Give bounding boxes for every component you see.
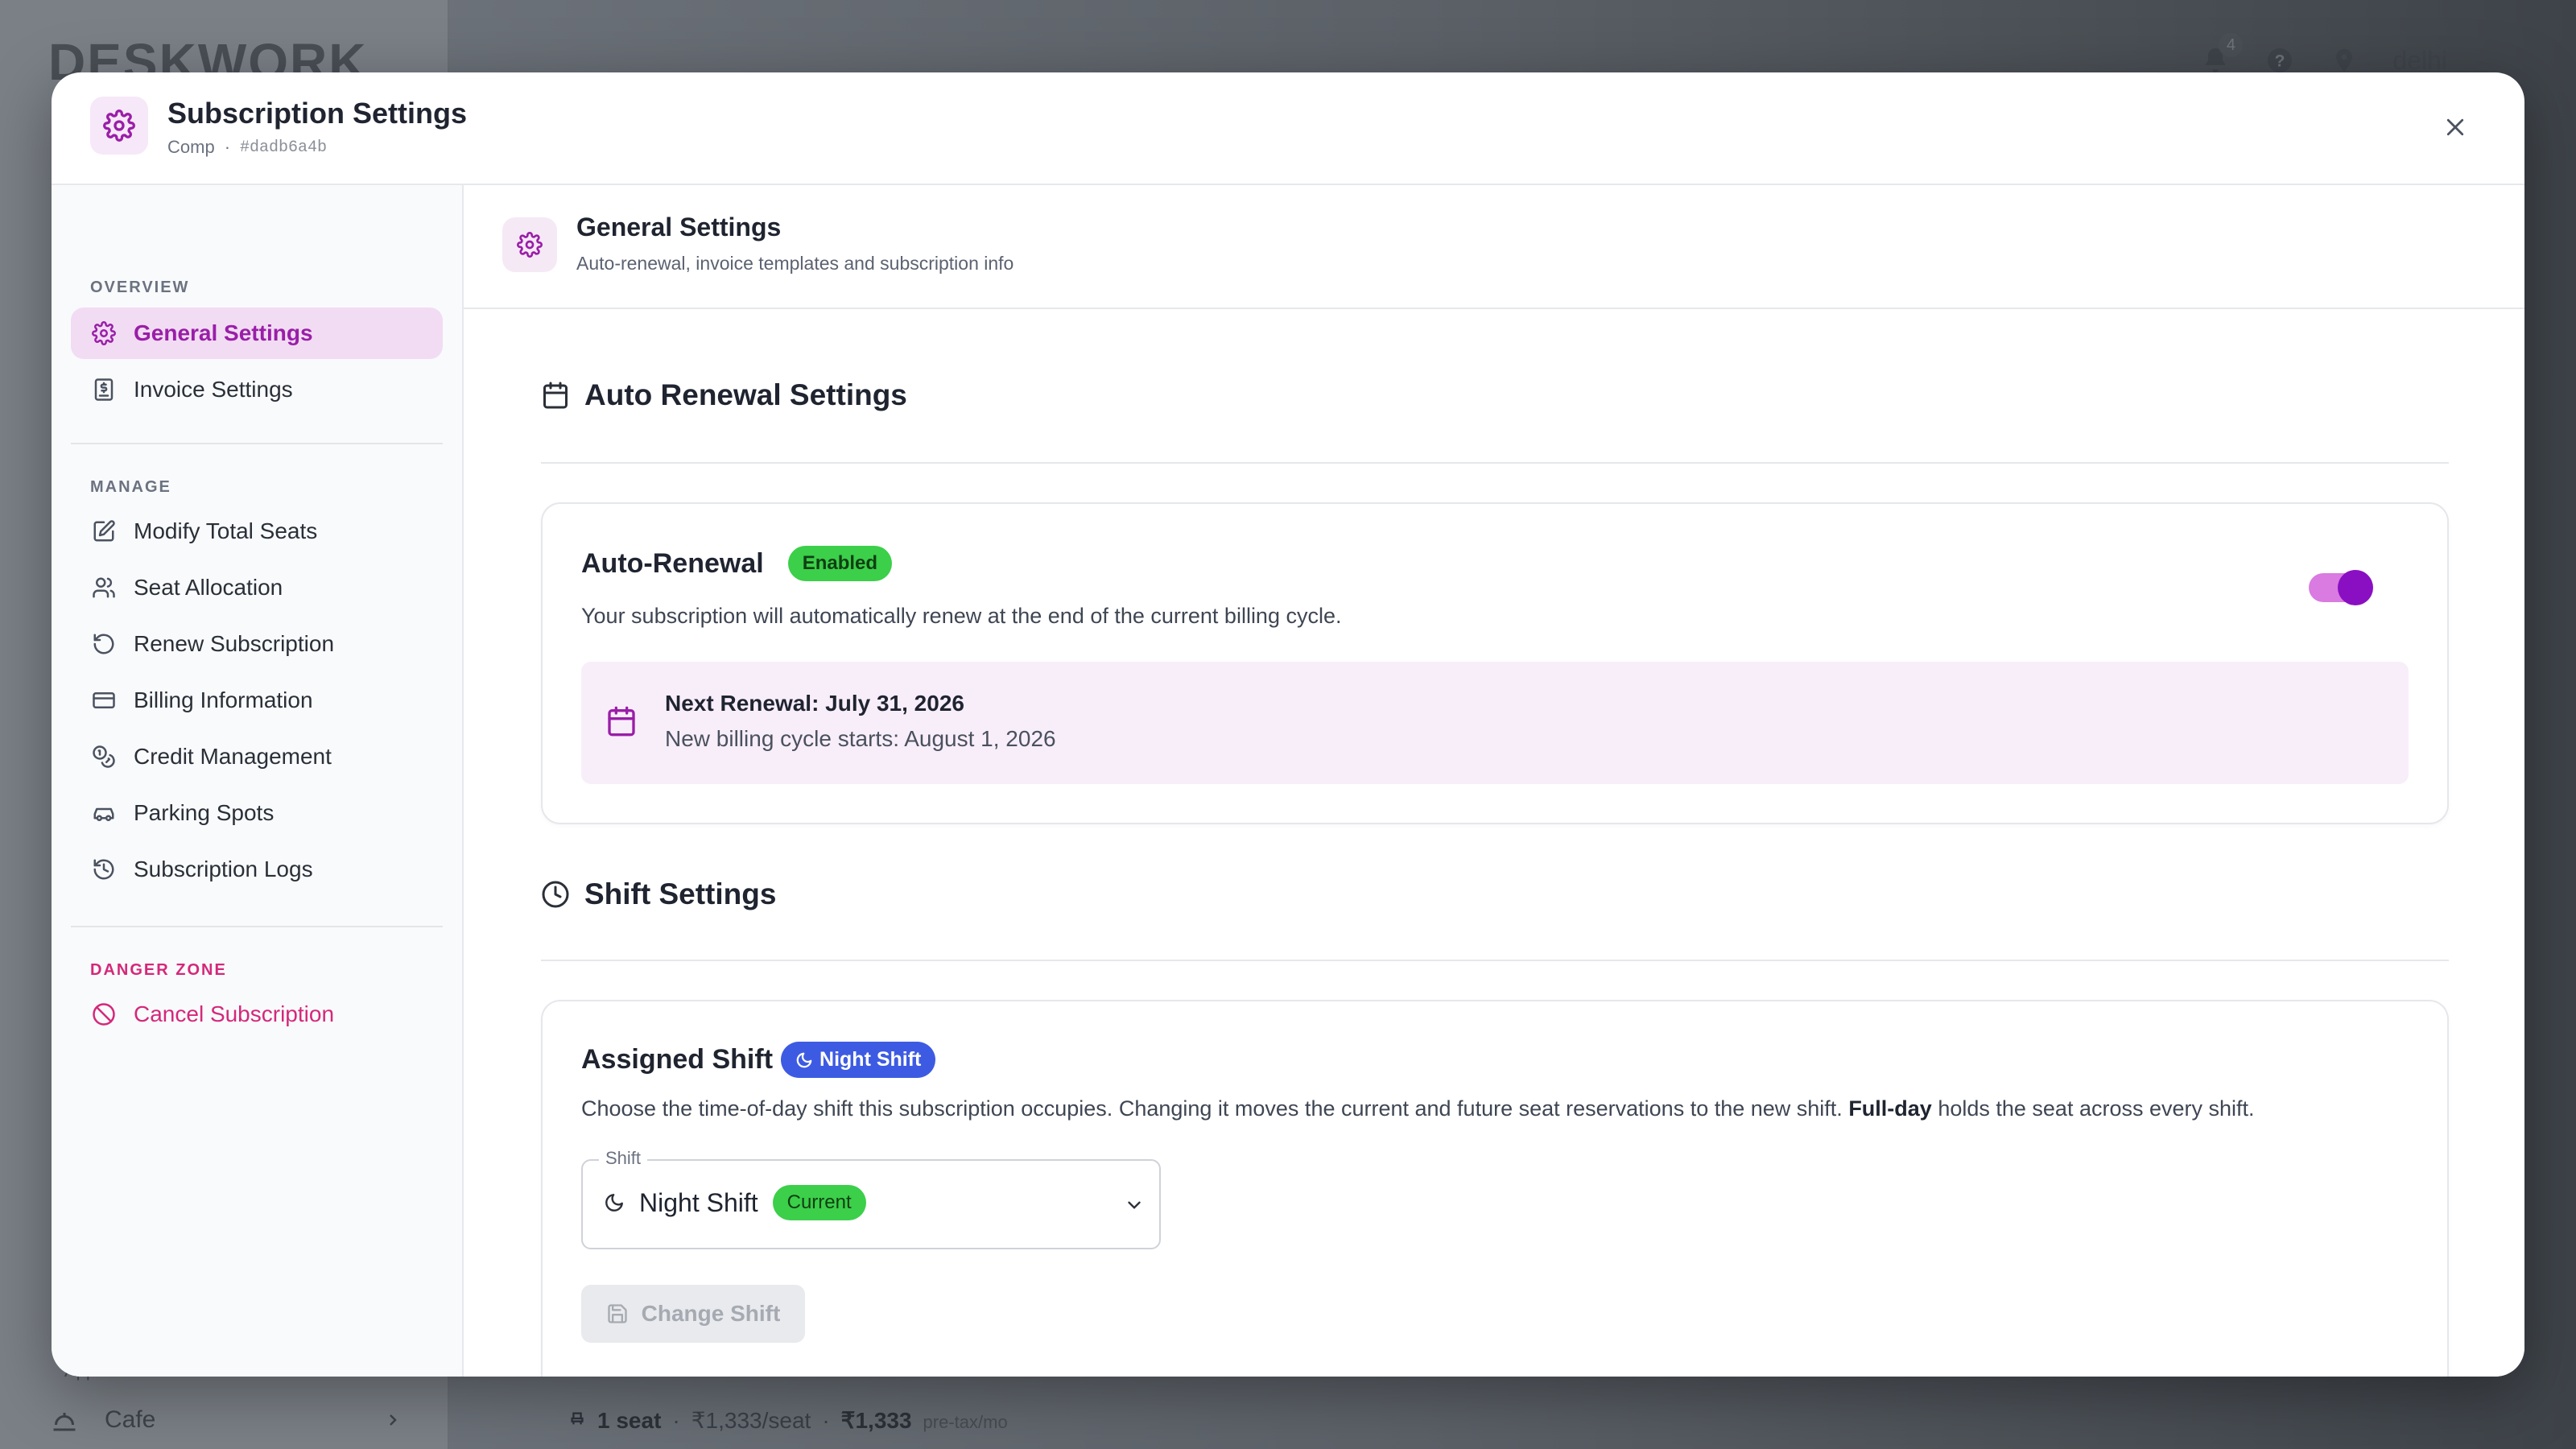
invoice-icon [94, 378, 114, 401]
save-icon [607, 1304, 627, 1323]
sidebar-item-billing-information[interactable]: Billing Information [71, 675, 443, 726]
sidebar-item-general-settings[interactable]: General Settings [71, 308, 443, 359]
car-icon [93, 807, 114, 821]
close-button[interactable] [2433, 105, 2478, 150]
cafe-label: Cafe [105, 1406, 156, 1433]
coins-icon [93, 745, 115, 768]
chevron-down-icon [1128, 1201, 1141, 1209]
shift-select[interactable]: Shift Night Shift Current [581, 1148, 1161, 1249]
sidebar-item-label: Cancel Subscription [134, 1001, 335, 1026]
background-footer-summary: 1 seat · ₹1,333/seat · ₹1,333 pre-tax/mo [568, 1407, 1008, 1434]
location-pin-icon [2328, 44, 2360, 76]
settings-content: General Settings Auto-renewal, invoice t… [464, 185, 2524, 1377]
gear-icon [502, 217, 557, 272]
close-icon [2446, 118, 2464, 136]
shift-settings-heading: Shift Settings [541, 877, 776, 911]
bell-icon[interactable]: 4 [2199, 33, 2244, 76]
nav-divider [71, 926, 443, 927]
notification-count: 4 [2219, 33, 2244, 57]
auto-renewal-heading: Auto Renewal Settings [541, 378, 907, 412]
assigned-shift-card: Assigned Shift Night Shift Choose the ti… [541, 1000, 2449, 1377]
seat-icon [571, 1412, 584, 1425]
calendar-icon [608, 706, 635, 737]
section-divider [541, 960, 2449, 961]
section-title: General Settings [576, 213, 782, 242]
edit-icon [93, 520, 115, 542]
auto-renewal-title: Auto-Renewal Enabled [581, 546, 893, 581]
status-badge: Enabled [787, 546, 893, 581]
nav-divider [71, 443, 443, 444]
modal-header: Subscription Settings Comp · #dadb6a4b [52, 72, 2524, 185]
auto-renewal-description: Your subscription will automatically ren… [581, 604, 1342, 628]
moon-icon [605, 1194, 623, 1212]
cafe-icon [53, 1413, 76, 1431]
moon-icon [796, 1052, 812, 1067]
sidebar-item-credit-management[interactable]: Credit Management [71, 731, 443, 782]
toggle-knob [2338, 570, 2373, 605]
next-renewal-date: Next Renewal: July 31, 2026 [665, 691, 964, 716]
section-divider [541, 462, 2449, 464]
settings-sidebar: OVERVIEW General Settings Invoice Settin… [52, 185, 464, 1377]
sidebar-item-label: Seat Allocation [134, 575, 283, 600]
svg-text:?: ? [2275, 52, 2285, 71]
background-cafe-item[interactable]: Cafe [48, 1406, 402, 1435]
subscription-settings-modal: Subscription Settings Comp · #dadb6a4b O… [52, 72, 2524, 1377]
shift-select-label: Shift [599, 1148, 648, 1169]
sidebar-item-cancel-subscription[interactable]: Cancel Subscription [71, 989, 443, 1040]
sidebar-item-label: Billing Information [134, 687, 313, 712]
credit-card-icon [93, 692, 115, 708]
nav-group-danger-zone: DANGER ZONE [90, 961, 227, 979]
sidebar-item-subscription-logs[interactable]: Subscription Logs [71, 844, 443, 895]
sidebar-item-label: General Settings [134, 320, 313, 345]
sidebar-item-parking-spots[interactable]: Parking Spots [71, 787, 443, 839]
current-badge: Current [772, 1185, 866, 1220]
sidebar-item-label: Credit Management [134, 744, 332, 769]
auto-renewal-card: Auto-Renewal Enabled Your subscription w… [541, 502, 2449, 824]
company-name: Comp [167, 137, 215, 157]
calendar-icon [543, 382, 568, 409]
ban-icon [93, 1003, 115, 1026]
shift-select-value: Night Shift Current [604, 1185, 866, 1220]
sidebar-item-label: Subscription Logs [134, 857, 313, 881]
modal-subtitle: Comp · #dadb6a4b [167, 137, 328, 157]
section-subtitle: Auto-renewal, invoice templates and subs… [576, 253, 1014, 274]
nav-group-overview: OVERVIEW [90, 279, 190, 296]
sidebar-item-label: Parking Spots [134, 800, 275, 825]
change-shift-button[interactable]: Change Shift [581, 1285, 805, 1343]
chevron-right-icon [390, 1414, 397, 1426]
clock-icon [542, 881, 569, 908]
help-icon[interactable]: ? [2264, 44, 2296, 76]
section-header: General Settings Auto-renewal, invoice t… [464, 185, 2524, 309]
assigned-shift-title: Assigned Shift Night Shift [581, 1042, 936, 1078]
location-label[interactable]: delhi [2392, 46, 2447, 76]
shift-badge: Night Shift [781, 1042, 936, 1078]
sidebar-item-modify-total-seats[interactable]: Modify Total Seats [71, 506, 443, 557]
refresh-icon [93, 634, 114, 654]
subscription-id: #dadb6a4b [240, 138, 328, 157]
sidebar-item-label: Modify Total Seats [134, 518, 318, 543]
gear-icon [90, 97, 148, 155]
billing-cycle-start: New billing cycle starts: August 1, 2026 [665, 726, 1056, 751]
next-renewal-info: Next Renewal: July 31, 2026 New billing … [581, 662, 2409, 784]
sidebar-item-renew-subscription[interactable]: Renew Subscription [71, 618, 443, 670]
nav-group-manage: MANAGE [90, 478, 171, 496]
sidebar-item-label: Invoice Settings [134, 377, 293, 402]
sidebar-item-invoice-settings[interactable]: Invoice Settings [71, 364, 443, 415]
users-icon [93, 577, 115, 598]
assigned-shift-description: Choose the time-of-day shift this subscr… [581, 1096, 2255, 1121]
sidebar-item-label: Renew Subscription [134, 631, 335, 656]
sidebar-item-seat-allocation[interactable]: Seat Allocation [71, 562, 443, 613]
modal-title: Subscription Settings [167, 97, 468, 130]
gear-icon [92, 321, 116, 345]
history-icon [93, 859, 114, 880]
auto-renewal-toggle[interactable] [2309, 570, 2373, 605]
